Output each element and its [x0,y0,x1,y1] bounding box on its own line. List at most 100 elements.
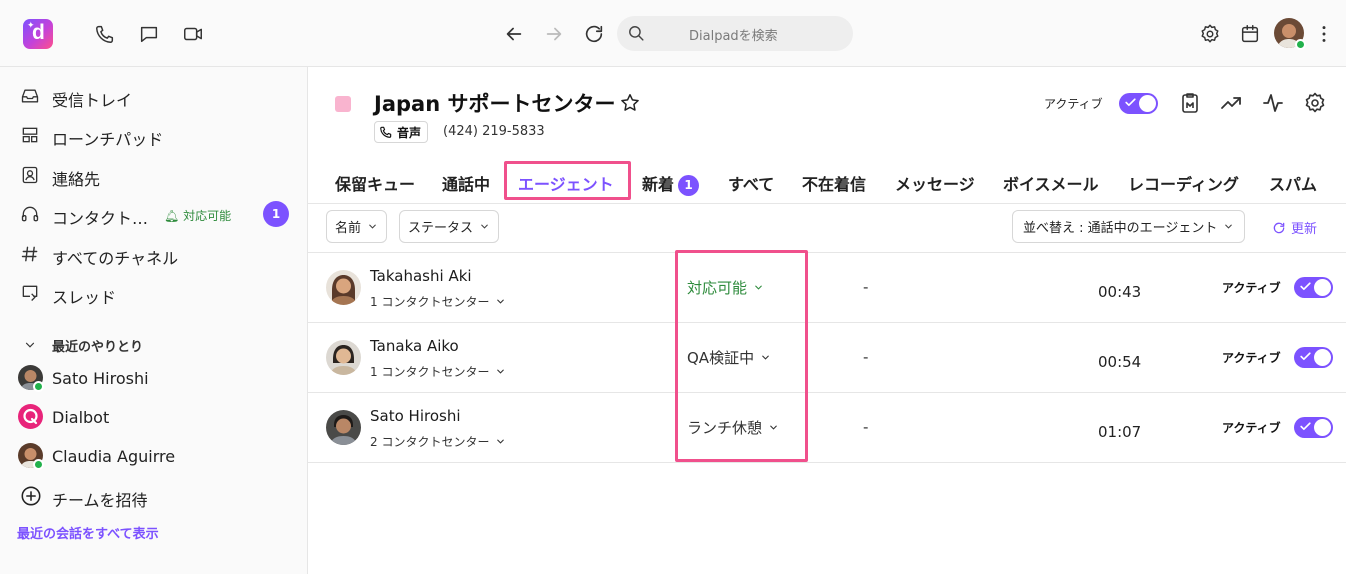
agent-active-toggle[interactable] [1294,347,1333,368]
invite-team-label: チームを招待 [52,491,148,510]
sort-dropdown[interactable]: 並べ替え : 通話中のエージェント [1012,210,1246,243]
back-arrow-icon[interactable] [501,21,527,47]
status-filter-label: ステータス [408,221,474,236]
tab-hold-queue[interactable]: 保留キュー [335,171,415,195]
agent-status-label: 対応可能 [687,279,748,297]
tab-agents[interactable]: エージェント [518,171,614,195]
sidebar-item-label: 受信トレイ [52,91,133,110]
agent-status-dropdown[interactable]: ランチ休憩 [687,417,779,438]
agent-name: Tanaka Aiko [370,337,459,355]
table-row: Sato Hiroshi 2 コンタクトセンター ランチ休憩 - 01:07 ア… [308,393,1346,463]
refresh-icon[interactable] [581,21,607,47]
contact-center-dropdown[interactable]: 1 コンタクトセンター [370,363,506,380]
sidebar-item-contacts[interactable]: 連絡先 [0,158,308,192]
threads-icon [22,285,38,301]
voice-chip: 音声 [374,121,429,143]
refresh-button[interactable]: 更新 [1272,218,1317,237]
agent-status-label: ランチ休憩 [687,419,763,437]
contact-center-dropdown[interactable]: 2 コンタクトセンター [370,433,506,450]
refresh-label: 更新 [1291,222,1318,237]
more-vertical-icon[interactable] [1311,21,1337,47]
agent-active-toggle[interactable] [1294,417,1333,438]
agent-duration: 00:43 [1098,283,1142,301]
settings-gear-icon[interactable] [1197,21,1223,47]
sidebar-item-contact-center[interactable]: コンタクト… 🔔︎ 対応可能 1 [0,197,308,231]
sidebar: 受信トレイ ローンチパッド 連絡先 コンタクト… 🔔︎ 対応可能 1 すべてのチ… [0,67,308,574]
video-icon[interactable] [180,21,206,47]
sidebar-item-launchpad[interactable]: ローンチパッド [0,118,308,152]
activity-icon[interactable] [1261,91,1285,115]
clipboard-routing-icon[interactable] [1178,91,1202,115]
tab-all[interactable]: すべて [728,171,774,195]
online-status-icon [33,381,44,392]
chevron-down-icon [755,285,762,290]
recent-item-dialbot[interactable]: Dialbot [0,400,308,434]
phone-icon[interactable] [92,21,118,47]
recent-section-title: 最近のやりとり [52,340,144,355]
sidebar-item-label: スレッド [52,288,117,307]
availability-status: 🔔︎ 対応可能 [164,207,231,224]
active-toggle[interactable] [1119,93,1158,114]
sidebar-item-label: すべてのチャネル [52,249,179,268]
name-filter-button[interactable]: 名前 [326,210,388,243]
see-all-conversations-link[interactable]: 最近の会話をすべて表示 [17,523,159,542]
sidebar-item-all-channels[interactable]: すべてのチャネル [0,237,308,271]
sidebar-item-inbox[interactable]: 受信トレイ [0,79,308,113]
tab-recordings[interactable]: レコーディング [1128,171,1239,195]
forward-arrow-icon[interactable] [541,21,567,47]
tab-new-label: 新着 [642,175,675,194]
online-status-icon [33,459,44,470]
message-icon[interactable] [136,21,162,47]
agent-active-toggle[interactable] [1294,277,1333,298]
agent-call: - [863,348,869,366]
check-icon [1125,98,1136,107]
agent-status-dropdown[interactable]: QA検証中 [687,347,771,368]
tab-spam[interactable]: スパム [1269,171,1317,195]
tab-voicemail[interactable]: ボイスメール [1003,171,1099,195]
check-icon [1300,422,1311,431]
top-bar: ✦ d Dialpadを検索 [0,0,1346,67]
headset-icon [21,206,39,222]
star-icon[interactable] [619,92,641,114]
agent-duration: 01:07 [1098,423,1142,441]
chevron-down-icon [1225,224,1233,229]
launchpad-icon [22,127,38,143]
avatar [326,410,361,445]
search-input[interactable]: Dialpadを検索 [617,16,853,51]
status-filter-button[interactable]: ステータス [399,210,500,243]
recent-item-claudia-aguirre[interactable]: Claudia Aguirre [0,439,308,473]
agent-active-label: アクティブ [1222,421,1281,435]
calendar-icon[interactable] [1237,21,1263,47]
agent-call: - [863,278,869,296]
invite-team-button[interactable]: チームを招待 [0,479,308,513]
dialbot-icon [18,404,43,429]
tab-on-call[interactable]: 通話中 [442,171,490,195]
dialpad-logo[interactable]: ✦ d [23,19,53,49]
tab-messages[interactable]: メッセージ [895,171,975,195]
chevron-down-icon [497,369,505,374]
recent-item-sato-hiroshi[interactable]: Sato Hiroshi [0,361,308,395]
agent-status-dropdown[interactable]: 対応可能 [687,277,764,298]
sidebar-item-label: ローンチパッド [52,130,164,149]
contact-center-dropdown[interactable]: 1 コンタクトセンター [370,293,506,310]
refresh-icon [1273,222,1285,233]
filter-bar: 名前 ステータス 並べ替え : 通話中のエージェント 更新 [308,203,1346,253]
tab-missed[interactable]: 不在着信 [802,171,866,195]
trending-up-icon[interactable] [1219,91,1243,115]
tab-new[interactable]: 新着 1 [642,171,700,196]
chevron-down-icon[interactable] [23,338,37,352]
chevron-down-icon [770,425,777,430]
settings-gear-icon[interactable] [1303,91,1327,115]
sidebar-item-label: コンタクト… [52,209,149,228]
contact-center-label: 1 コンタクトセンター [370,365,490,379]
agent-active-label: アクティブ [1222,351,1281,365]
contact-center-label: 2 コンタクトセンター [370,435,490,449]
chevron-down-icon [497,439,505,444]
phone-number: (424) 219-5833 [443,124,545,139]
toggle-knob [1139,95,1156,112]
toggle-knob [1314,349,1331,366]
recent-item-label: Sato Hiroshi [52,369,149,388]
tab-new-badge: 1 [678,175,700,196]
sidebar-item-threads[interactable]: スレッド [0,276,308,310]
tab-bar: 保留キュー 通話中 エージェント 新着 1 すべて 不在着信 メッセージ ボイスメ… [308,163,1346,203]
